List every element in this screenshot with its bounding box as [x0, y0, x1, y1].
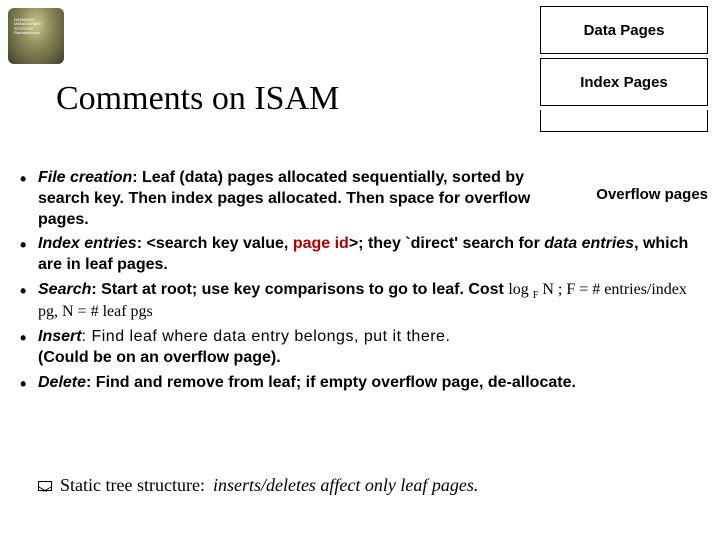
logo-text: DATABASE MANAGEMENT SYSTEMS Ramakrishnan — [14, 18, 64, 36]
text-insert-tail: (Could be on an overflow page). — [38, 349, 281, 366]
footer: Static tree structure: inserts/deletes a… — [16, 475, 704, 496]
text-index-b: >; they `direct' search for — [349, 235, 544, 252]
text-delete: : Find and remove from leaf; if empty ov… — [86, 374, 576, 391]
footer-lead: Static tree structure: — [60, 475, 205, 496]
side-boxes: Data Pages Index Pages — [540, 6, 708, 132]
text-pageid: page id — [293, 235, 349, 252]
data-pages-box: Data Pages — [540, 6, 708, 54]
term-search: Search — [38, 281, 91, 298]
text-index-a: : <search key value, — [137, 235, 293, 252]
text-insert-find: : Find leaf where data entry belongs, pu… — [82, 328, 451, 345]
text-data-entries: data entries — [544, 235, 634, 252]
bullet-file-creation: File creation: Leaf (data) pages allocat… — [16, 168, 704, 230]
slide-title: Comments on ISAM — [56, 80, 339, 118]
bullet-index-entries: Index entries: <search key value, page i… — [16, 234, 704, 276]
data-pages-label: Data Pages — [584, 22, 665, 39]
term-file-creation: File creation — [38, 169, 132, 186]
overflow-box — [540, 110, 708, 132]
bullet-delete: Delete: Find and remove from leaf; if em… — [16, 373, 704, 394]
index-pages-box: Index Pages — [540, 58, 708, 106]
text-search: : Start at root; use key comparisons to … — [91, 281, 508, 298]
envelope-icon — [38, 481, 52, 491]
term-index-entries: Index entries — [38, 235, 137, 252]
bullet-list: File creation: Leaf (data) pages allocat… — [16, 168, 704, 397]
slide-logo: DATABASE MANAGEMENT SYSTEMS Ramakrishnan — [8, 8, 64, 64]
footer-italic: inserts/deletes affect only leaf pages. — [213, 475, 478, 496]
bullet-insert: Insert: Find leaf where data entry belon… — [16, 327, 704, 369]
math-log: log — [508, 281, 532, 298]
bullet-search: Search: Start at root; use key compariso… — [16, 280, 704, 323]
index-pages-label: Index Pages — [580, 74, 668, 91]
term-insert: Insert — [38, 328, 82, 345]
logo-line3: Ramakrishnan — [14, 30, 40, 35]
term-delete: Delete — [38, 374, 86, 391]
